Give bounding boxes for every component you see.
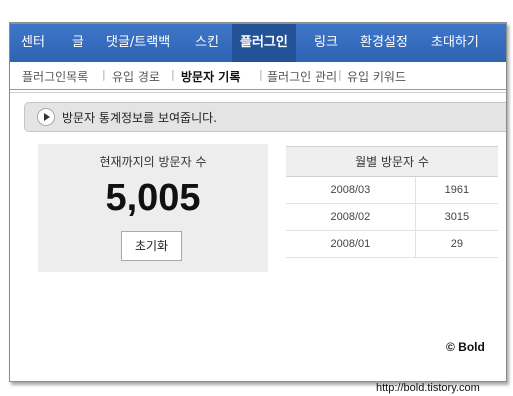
top-navigation: 센터 글 댓글/트랙백 스킨 플러그인 링크 환경설정 초대하기 <box>10 23 506 62</box>
count-cell: 1961 <box>414 176 498 204</box>
visitor-total-label: 현재까지의 방문자 수 <box>99 155 207 169</box>
subnav-keywords[interactable]: 유입 키워드 <box>347 68 406 85</box>
sub-navigation: 플러그인목록 | 유입 경로 | 방문자 기록 | 플러그인 관리 | 유입 키… <box>10 63 506 87</box>
nav-center[interactable]: 센터 <box>21 24 45 62</box>
subnav-visitor-log[interactable]: 방문자 기록 <box>181 68 240 85</box>
table-row: 2008/03 1961 <box>286 176 498 204</box>
nav-skin[interactable]: 스킨 <box>195 24 219 62</box>
copyright-watermark: © Bold <box>446 340 485 354</box>
visitor-total-count: 5,005 <box>105 177 201 219</box>
nav-links[interactable]: 링크 <box>314 24 338 62</box>
nav-settings[interactable]: 환경설정 <box>360 24 408 62</box>
reset-button[interactable]: 초기화 <box>121 231 182 261</box>
info-bar: 방문자 통계정보를 보여줍니다. <box>24 102 506 132</box>
count-cell: 3015 <box>414 203 498 231</box>
url-watermark: http://bold.tistory.com <box>376 382 480 394</box>
monthly-visitors-table: 월별 방문자 수 2008/03 1961 2008/02 3015 2008/… <box>286 146 498 258</box>
nav-invite[interactable]: 초대하기 <box>431 24 479 62</box>
month-cell: 2008/02 <box>286 203 416 231</box>
month-cell: 2008/01 <box>286 230 416 258</box>
divider <box>10 89 506 90</box>
divider <box>10 92 506 93</box>
info-text: 방문자 통계정보를 보여줍니다. <box>62 111 217 125</box>
play-arrow-icon <box>37 108 55 126</box>
subnav-plugin-manage[interactable]: 플러그인 관리 <box>267 68 337 85</box>
monthly-table-header: 월별 방문자 수 <box>286 146 498 177</box>
nav-plugins[interactable]: 플러그인 <box>232 24 296 62</box>
table-row: 2008/02 3015 <box>286 203 498 231</box>
subnav-separator: | <box>171 68 175 81</box>
subnav-separator: | <box>338 68 342 81</box>
subnav-separator: | <box>102 68 106 81</box>
month-cell: 2008/03 <box>286 176 416 204</box>
nav-comments-trackbacks[interactable]: 댓글/트랙백 <box>106 24 170 62</box>
subnav-separator: | <box>259 68 263 81</box>
table-row: 2008/01 29 <box>286 230 498 258</box>
count-cell: 29 <box>414 230 498 258</box>
subnav-plugin-list[interactable]: 플러그인목록 <box>22 68 88 85</box>
nav-posts[interactable]: 글 <box>72 24 84 62</box>
admin-window: 센터 글 댓글/트랙백 스킨 플러그인 링크 환경설정 초대하기 플러그인목록 … <box>9 22 507 382</box>
visitor-total-panel: 현재까지의 방문자 수 5,005 초기화 <box>38 144 268 272</box>
subnav-referrers[interactable]: 유입 경로 <box>112 68 160 85</box>
